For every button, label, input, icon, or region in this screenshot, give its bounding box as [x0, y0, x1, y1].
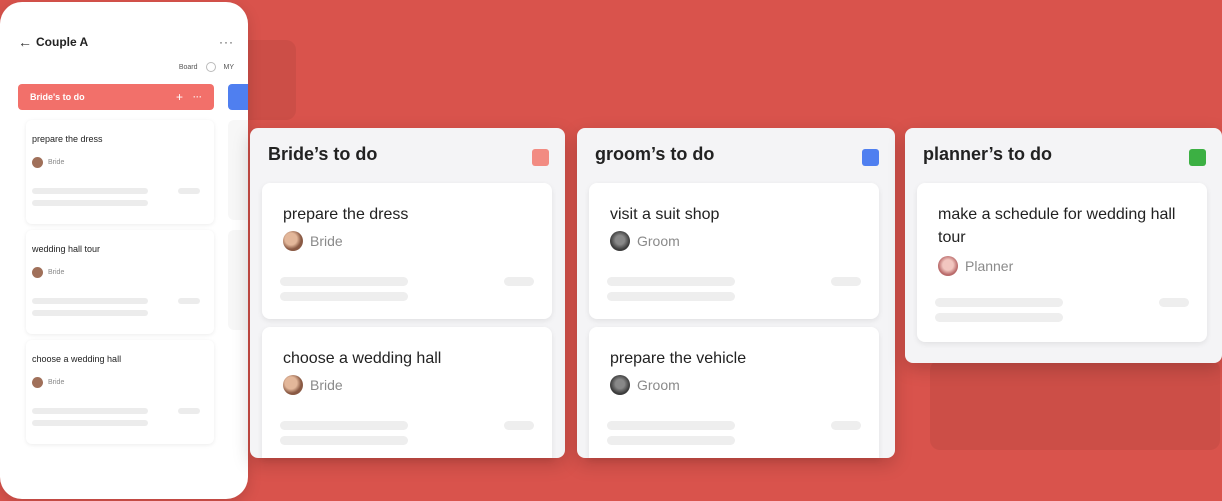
skeleton-line	[607, 292, 735, 301]
skeleton-line	[32, 310, 148, 316]
phone-column-title: Bride's to do	[30, 92, 85, 102]
radio-icon[interactable]	[205, 62, 216, 72]
skeleton-line	[504, 277, 534, 286]
assignee-name: Bride	[310, 377, 343, 393]
task-card[interactable]: choose a wedding hall Bride	[262, 327, 552, 458]
task-card[interactable]: visit a suit shop Groom	[589, 183, 879, 319]
skeleton-line	[607, 277, 735, 286]
phone-card-assignee: Bride	[32, 377, 64, 388]
skeleton-line	[607, 436, 735, 445]
avatar	[32, 267, 43, 278]
assignee-name: Bride	[48, 379, 65, 386]
column-bride: Bride’s to do prepare the dress Bride ch…	[250, 128, 565, 458]
skeleton-line	[32, 298, 148, 304]
phone-column-groom	[228, 114, 248, 444]
avatar	[283, 231, 303, 251]
task-title: visit a suit shop	[610, 206, 720, 223]
skeleton-line	[831, 421, 861, 430]
task-title: choose a wedding hall	[283, 350, 442, 367]
task-title: prepare the dress	[283, 206, 409, 223]
more-icon[interactable]: ···	[193, 92, 202, 102]
phone-title: Couple A	[36, 35, 89, 49]
phone-column-header[interactable]: Bride's to do + ···	[18, 84, 214, 110]
assignee-name: Bride	[48, 269, 65, 276]
phone-card[interactable]: choose a wedding hall Bride	[26, 340, 214, 444]
phone-column-header-groom[interactable]	[228, 84, 248, 110]
column-color-swatch	[862, 149, 879, 166]
task-assignee: Bride	[283, 375, 343, 395]
avatar	[283, 375, 303, 395]
skeleton-line	[831, 277, 861, 286]
skeleton-line	[280, 277, 408, 286]
avatar	[32, 377, 43, 388]
avatar	[610, 231, 630, 251]
phone-card-partial[interactable]	[228, 120, 248, 220]
phone-mockup: ← Couple A ··· Board MY Bride's to do + …	[0, 2, 248, 499]
skeleton-line	[935, 313, 1063, 322]
phone-card-partial[interactable]	[228, 230, 248, 330]
avatar	[610, 375, 630, 395]
task-card[interactable]: prepare the vehicle Groom	[589, 327, 879, 458]
skeleton-line	[1159, 298, 1189, 307]
column-color-swatch	[532, 149, 549, 166]
assignee-name: Groom	[637, 377, 680, 393]
skeleton-line	[178, 188, 200, 194]
phone-card-assignee: Bride	[32, 157, 64, 168]
add-icon[interactable]: +	[176, 90, 183, 104]
skeleton-line	[607, 421, 735, 430]
task-title: make a schedule for wedding hall tour	[938, 206, 1176, 246]
back-arrow-icon[interactable]: ←	[18, 34, 36, 50]
more-icon[interactable]: ···	[219, 35, 234, 49]
skeleton-line	[280, 421, 408, 430]
skeleton-line	[32, 200, 148, 206]
phone-card-assignee: Bride	[32, 267, 64, 278]
column-title: planner’s to do	[923, 144, 1053, 164]
assignee-name: Groom	[637, 233, 680, 249]
assignee-name: Bride	[310, 233, 343, 249]
avatar	[938, 256, 958, 276]
skeleton-line	[32, 420, 148, 426]
phone-card[interactable]: wedding hall tour Bride	[26, 230, 214, 334]
task-assignee: Groom	[610, 375, 680, 395]
board-toggle[interactable]: Board	[179, 64, 198, 71]
phone-card-title: prepare the dress	[32, 134, 103, 144]
task-title: prepare the vehicle	[610, 350, 747, 367]
task-assignee: Bride	[283, 231, 343, 251]
my-toggle[interactable]: MY	[224, 64, 235, 71]
task-card[interactable]: make a schedule for wedding hall tour Pl…	[917, 183, 1207, 342]
skeleton-line	[935, 298, 1063, 307]
skeleton-line	[32, 408, 148, 414]
task-card[interactable]: prepare the dress Bride	[262, 183, 552, 319]
assignee-name: Planner	[965, 258, 1014, 274]
column-title: Bride’s to do	[268, 144, 378, 164]
column-color-swatch	[1189, 149, 1206, 166]
task-assignee: Planner	[938, 256, 1013, 276]
view-toggle: Board MY	[179, 62, 234, 72]
phone-card[interactable]: prepare the dress Bride	[26, 120, 214, 224]
skeleton-line	[280, 292, 408, 301]
avatar	[32, 157, 43, 168]
column-title: groom’s to do	[595, 144, 715, 164]
column-planner: planner’s to do make a schedule for wedd…	[905, 128, 1222, 363]
skeleton-line	[280, 436, 408, 445]
skeleton-line	[504, 421, 534, 430]
skeleton-line	[178, 408, 200, 414]
phone-header: ← Couple A ···	[18, 32, 234, 52]
background-decoration	[930, 360, 1220, 450]
task-assignee: Groom	[610, 231, 680, 251]
skeleton-line	[178, 298, 200, 304]
skeleton-line	[32, 188, 148, 194]
phone-card-title: wedding hall tour	[32, 244, 101, 254]
phone-card-title: choose a wedding hall	[32, 354, 122, 364]
column-groom: groom’s to do visit a suit shop Groom pr…	[577, 128, 895, 458]
assignee-name: Bride	[48, 159, 65, 166]
